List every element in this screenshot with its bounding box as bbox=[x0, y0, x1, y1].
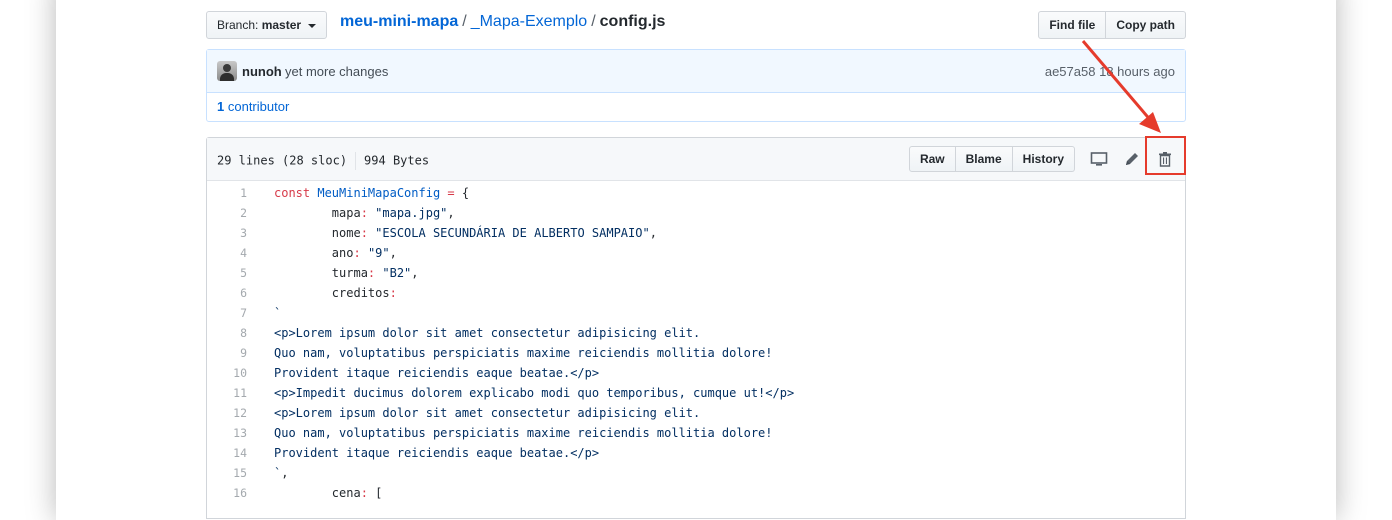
delete-highlight-box bbox=[1145, 136, 1186, 175]
annotation-arrow bbox=[1081, 40, 1161, 133]
